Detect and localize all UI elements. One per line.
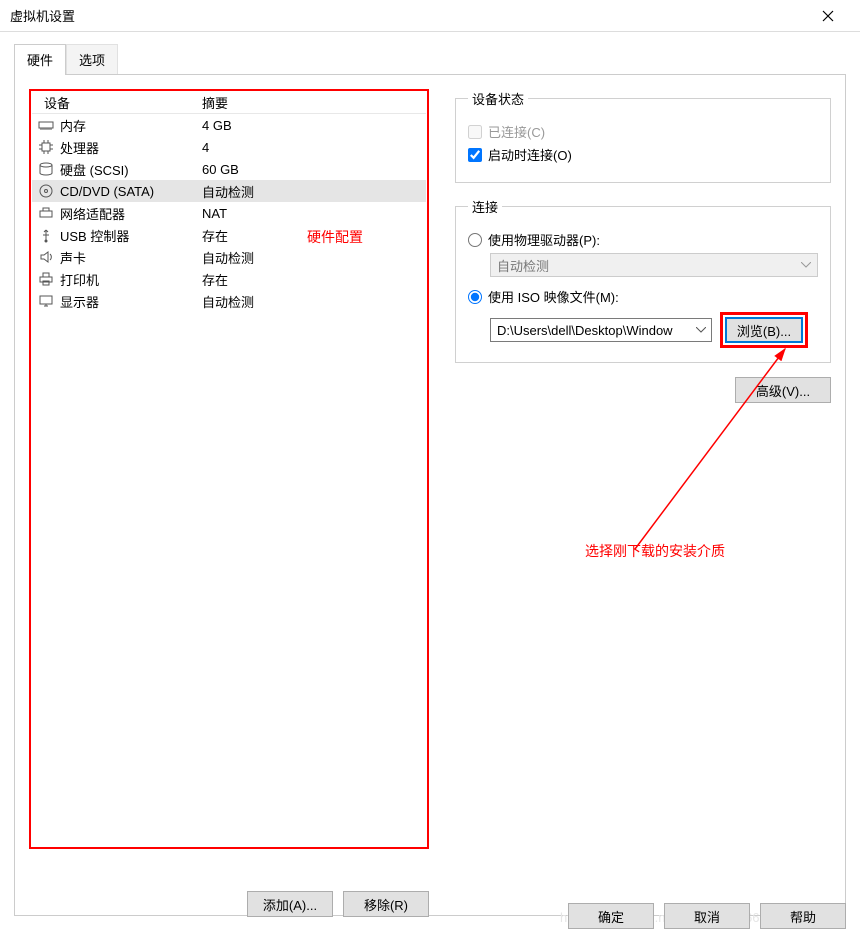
device-list: 设备 摘要 内存 4 GB 处理器 4 硬盘 (SCSI) 60 GB CD/DVD (SA…: [29, 89, 429, 849]
window-title: 虚拟机设置: [10, 6, 806, 25]
disk-icon: [38, 161, 54, 177]
device-row[interactable]: 显示器 自动检测: [32, 290, 426, 312]
usb-icon: [38, 227, 54, 243]
device-name: CD/DVD (SATA): [60, 184, 154, 199]
device-name: USB 控制器: [60, 226, 129, 245]
connect-power-on-checkbox[interactable]: [468, 148, 482, 162]
ok-button[interactable]: 确定: [568, 903, 654, 929]
device-name: 内存: [60, 116, 86, 135]
iso-path-dropdown[interactable]: [693, 321, 709, 339]
annotation-hardware-config: 硬件配置: [307, 227, 363, 247]
use-iso-label: 使用 ISO 映像文件(M):: [488, 287, 619, 306]
device-summary: 60 GB: [202, 162, 426, 177]
display-icon: [38, 293, 54, 309]
device-summary: 4 GB: [202, 118, 426, 133]
disc-icon: [38, 183, 54, 199]
content-area: 设备 摘要 内存 4 GB 处理器 4 硬盘 (SCSI) 60 GB CD/DVD (SA…: [14, 74, 846, 916]
tab-hardware[interactable]: 硬件: [14, 44, 66, 75]
connection-legend: 连接: [468, 197, 502, 216]
device-name: 打印机: [60, 270, 99, 289]
device-row[interactable]: CD/DVD (SATA) 自动检测: [32, 180, 426, 202]
col-summary: 摘要: [202, 93, 426, 112]
connected-checkbox-row[interactable]: 已连接(C): [468, 122, 818, 141]
device-name: 网络适配器: [60, 204, 125, 223]
col-device: 设备: [32, 93, 202, 112]
tab-options[interactable]: 选项: [66, 44, 118, 75]
annotation-arrow: [575, 339, 825, 569]
advanced-button[interactable]: 高级(V)...: [735, 377, 831, 403]
settings-panel: 设备状态 已连接(C) 启动时连接(O) 连接 使用物理驱动器(P):: [455, 89, 831, 869]
annotation-select-media: 选择刚下载的安装介质: [585, 541, 725, 561]
device-row[interactable]: 硬盘 (SCSI) 60 GB: [32, 158, 426, 180]
iso-path-combo[interactable]: D:\Users\dell\Desktop\Window: [490, 318, 712, 342]
close-icon: [822, 10, 834, 22]
device-row[interactable]: 打印机 存在: [32, 268, 426, 290]
remove-button[interactable]: 移除(R): [343, 891, 429, 917]
device-summary: 自动检测: [202, 292, 426, 311]
connection-group: 连接 使用物理驱动器(P): 自动检测 使用 ISO 映像文件(M):: [455, 197, 831, 363]
device-name: 显示器: [60, 292, 99, 311]
net-icon: [38, 205, 54, 221]
cpu-icon: [38, 139, 54, 155]
sound-icon: [38, 249, 54, 265]
device-summary: 自动检测: [202, 182, 426, 201]
device-list-header: 设备 摘要: [32, 92, 426, 114]
chevron-down-icon: [801, 262, 811, 268]
device-summary: NAT: [202, 206, 426, 221]
device-name: 硬盘 (SCSI): [60, 160, 129, 179]
iso-path-value: D:\Users\dell\Desktop\Window: [497, 323, 673, 338]
hardware-panel: 设备 摘要 内存 4 GB 处理器 4 硬盘 (SCSI) 60 GB CD/DVD (SA…: [29, 89, 429, 869]
device-summary: 4: [202, 140, 426, 155]
memory-icon: [38, 117, 54, 133]
browse-button[interactable]: 浏览(B)...: [725, 317, 803, 343]
connect-power-on-label: 启动时连接(O): [488, 145, 572, 164]
device-name: 处理器: [60, 138, 99, 157]
use-iso-row[interactable]: 使用 ISO 映像文件(M):: [468, 287, 818, 306]
add-button[interactable]: 添加(A)...: [247, 891, 333, 917]
device-summary: 存在: [202, 270, 426, 289]
device-row[interactable]: 网络适配器 NAT: [32, 202, 426, 224]
device-row[interactable]: 声卡 自动检测: [32, 246, 426, 268]
device-summary: 自动检测: [202, 248, 426, 267]
cancel-button[interactable]: 取消: [664, 903, 750, 929]
close-button[interactable]: [806, 1, 850, 31]
browse-highlight: 浏览(B)...: [720, 312, 808, 348]
connected-checkbox: [468, 125, 482, 139]
connected-label: 已连接(C): [488, 122, 545, 141]
connect-power-on-row[interactable]: 启动时连接(O): [468, 145, 818, 164]
printer-icon: [38, 271, 54, 287]
device-name: 声卡: [60, 248, 86, 267]
use-iso-radio[interactable]: [468, 290, 482, 304]
titlebar: 虚拟机设置: [0, 0, 860, 32]
help-button[interactable]: 帮助: [760, 903, 846, 929]
device-row[interactable]: 内存 4 GB: [32, 114, 426, 136]
use-physical-row[interactable]: 使用物理驱动器(P):: [468, 230, 818, 249]
use-physical-radio[interactable]: [468, 233, 482, 247]
device-row[interactable]: USB 控制器存在: [32, 224, 426, 246]
chevron-down-icon: [696, 327, 706, 333]
device-status-legend: 设备状态: [468, 89, 528, 108]
dialog-buttons: 确定 取消 帮助: [568, 903, 846, 929]
physical-drive-select: 自动检测: [490, 253, 818, 277]
device-row[interactable]: 处理器 4: [32, 136, 426, 158]
tab-strip: 硬件 选项: [14, 44, 860, 75]
use-physical-label: 使用物理驱动器(P):: [488, 230, 600, 249]
physical-drive-value: 自动检测: [497, 256, 549, 275]
device-status-group: 设备状态 已连接(C) 启动时连接(O): [455, 89, 831, 183]
